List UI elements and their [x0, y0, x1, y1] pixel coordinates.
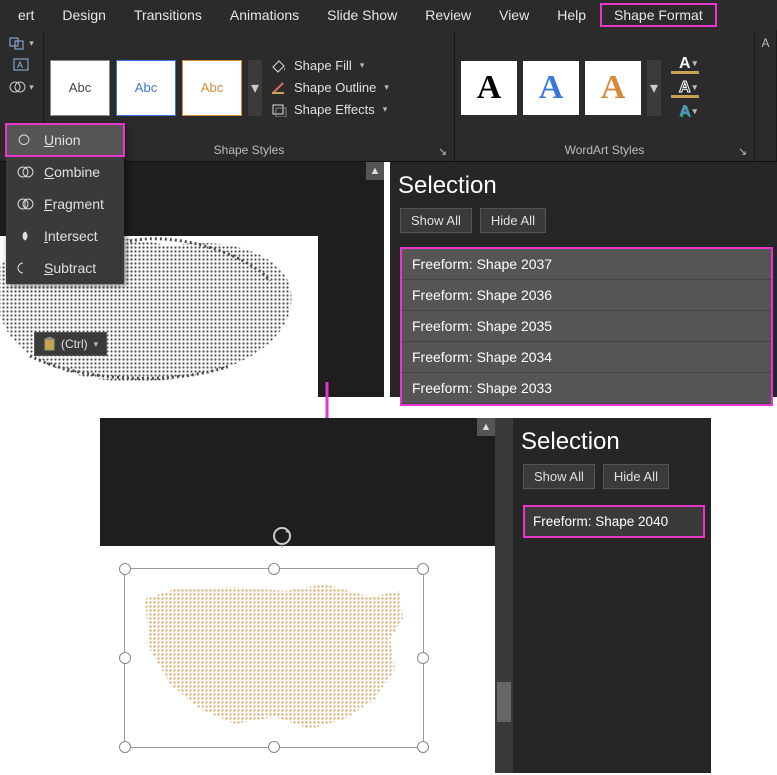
merge-combine-label: Combine [44, 164, 100, 180]
vertical-scrollbar[interactable] [495, 418, 513, 773]
merge-fragment[interactable]: Fragment [6, 188, 124, 220]
subtract-icon [16, 261, 36, 275]
scroll-up-button-bottom[interactable]: ▲ [477, 418, 495, 436]
tab-shape-format[interactable]: Shape Format [600, 3, 717, 27]
resize-handle[interactable] [268, 563, 280, 575]
selection-item[interactable]: Freeform: Shape 2034 [402, 342, 771, 373]
shape-outline-label: Shape Outline [294, 80, 376, 95]
selection-pane-title: Selection [390, 162, 777, 208]
merge-subtract[interactable]: Subtract [6, 252, 124, 284]
shape-style-preset-1[interactable]: Abc [50, 60, 110, 116]
clipboard-icon [43, 337, 57, 351]
selection-item[interactable]: Freeform: Shape 2037 [402, 249, 771, 280]
ribbon-wordart-styles-group: A A A ▾ A▾ A▾ A▾ WordArt Styles ↘ [455, 30, 755, 161]
paste-chip-label: (Ctrl) [61, 337, 88, 351]
tab-insert-partial[interactable]: ert [4, 3, 48, 27]
shape-fill-button[interactable]: Shape Fill▾ [268, 56, 397, 76]
fragment-icon [16, 197, 36, 211]
wordart-preset-2[interactable]: A [523, 61, 579, 115]
text-effects-button[interactable]: A▾ [667, 102, 709, 122]
merge-shapes-menu: Union Combine Fragment Intersect Subtrac… [6, 124, 124, 284]
wordart-preset-3[interactable]: A [585, 61, 641, 115]
wordart-launcher[interactable]: ↘ [738, 145, 750, 157]
tab-view[interactable]: View [485, 3, 543, 27]
shape-effects-button[interactable]: Shape Effects▾ [268, 100, 397, 120]
selection-pane-bottom: Selection Show All Hide All Freeform: Sh… [513, 418, 711, 773]
edit-shape-icon [9, 36, 27, 50]
chevron-down-icon: ▾ [94, 339, 99, 350]
wordart-group-label: WordArt Styles [461, 141, 748, 159]
svg-text:A: A [17, 60, 23, 70]
text-outline-button[interactable]: A▾ [667, 78, 709, 98]
shape-outline-button[interactable]: Shape Outline▾ [268, 78, 397, 98]
merge-union-label: Union [44, 132, 81, 148]
tab-animations[interactable]: Animations [216, 3, 313, 27]
effects-icon [270, 102, 288, 118]
resize-handle[interactable] [119, 741, 131, 753]
slide-edit-area-bottom: ▲ [100, 418, 495, 773]
text-box-button[interactable]: A [8, 56, 36, 74]
shape-style-preset-3[interactable]: Abc [182, 60, 242, 116]
bottom-screenshot: ▲ Selection Show All Hi [100, 418, 711, 773]
top-screenshot: ert Design Transitions Animations Slide … [0, 0, 777, 397]
scroll-up-button[interactable]: ▲ [366, 162, 384, 180]
fill-bucket-icon [270, 58, 288, 74]
combine-icon [16, 165, 36, 179]
show-all-button[interactable]: Show All [400, 208, 472, 233]
shape-fill-label: Shape Fill [294, 58, 352, 73]
shape-styles-launcher[interactable]: ↘ [438, 145, 450, 157]
merge-union[interactable]: Union [6, 124, 124, 156]
merge-shapes-button[interactable]: ▾ [8, 78, 36, 96]
shape-selection-box[interactable] [124, 568, 424, 748]
shape-effects-label: Shape Effects [294, 102, 375, 117]
paste-options-chip[interactable]: (Ctrl) ▾ [34, 332, 107, 356]
resize-handle[interactable] [119, 563, 131, 575]
text-effects-icon: A [679, 103, 691, 121]
selection-item[interactable]: Freeform: Shape 2033 [402, 373, 771, 404]
merged-shape-usa [125, 569, 425, 749]
selection-pane-title-bottom: Selection [513, 418, 711, 464]
resize-handle[interactable] [119, 652, 131, 664]
show-all-button-bottom[interactable]: Show All [523, 464, 595, 489]
resize-handle[interactable] [417, 741, 429, 753]
tab-help[interactable]: Help [543, 3, 600, 27]
shape-styles-more[interactable]: ▾ [248, 60, 262, 116]
intersect-icon [16, 229, 36, 243]
selection-item[interactable]: Freeform: Shape 2035 [402, 311, 771, 342]
resize-handle[interactable] [417, 563, 429, 575]
merge-intersect-label: Intersect [44, 228, 98, 244]
wordart-more[interactable]: ▾ [647, 60, 661, 116]
scrollbar-thumb[interactable] [497, 682, 511, 722]
rotate-handle-icon[interactable] [270, 524, 294, 548]
selection-item[interactable]: Freeform: Shape 2036 [402, 280, 771, 311]
merge-combine[interactable]: Combine [6, 156, 124, 188]
shape-style-preset-2[interactable]: Abc [116, 60, 176, 116]
union-icon [16, 133, 36, 147]
text-fill-button[interactable]: A▾ [667, 54, 709, 74]
tab-slide-show[interactable]: Slide Show [313, 3, 411, 27]
selection-list: Freeform: Shape 2037 Freeform: Shape 203… [400, 247, 773, 406]
hide-all-button[interactable]: Hide All [480, 208, 546, 233]
resize-handle[interactable] [417, 652, 429, 664]
merge-subtract-label: Subtract [44, 260, 96, 276]
merge-fragment-label: Fragment [44, 196, 104, 212]
selection-item-single[interactable]: Freeform: Shape 2040 [525, 507, 703, 536]
merge-shapes-icon [9, 80, 27, 94]
text-box-icon: A [13, 58, 31, 72]
selection-pane-top: Selection Show All Hide All Freeform: Sh… [390, 162, 777, 397]
tab-review[interactable]: Review [411, 3, 485, 27]
tab-transitions[interactable]: Transitions [120, 3, 216, 27]
outline-pen-icon [270, 80, 288, 96]
merge-intersect[interactable]: Intersect [6, 220, 124, 252]
tab-design[interactable]: Design [48, 3, 120, 27]
edit-shape-button[interactable]: ▾ [8, 34, 36, 52]
ribbon-overflow: A [755, 30, 777, 161]
menubar: ert Design Transitions Animations Slide … [0, 0, 777, 30]
wordart-preset-1[interactable]: A [461, 61, 517, 115]
hide-all-button-bottom[interactable]: Hide All [603, 464, 669, 489]
resize-handle[interactable] [268, 741, 280, 753]
